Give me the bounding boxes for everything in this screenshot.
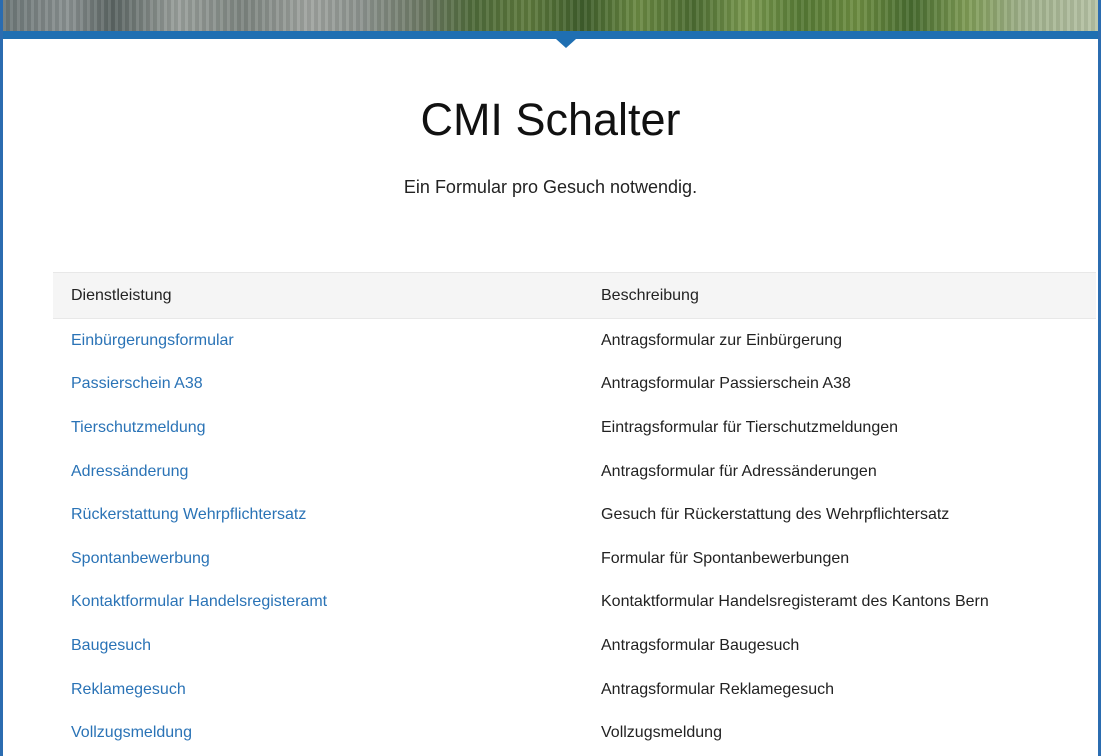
service-cell: Adressänderung <box>53 450 601 494</box>
service-link[interactable]: Spontanbewerbung <box>71 550 210 567</box>
page-title: CMI Schalter <box>420 94 681 145</box>
description-cell: Antragsformular für Adressänderungen <box>601 462 877 480</box>
description-cell: Kontaktformular Handelsregisteramt des K… <box>601 593 989 611</box>
table-row: Vollzugsmeldung Vollzugsmeldung <box>53 711 1096 755</box>
service-cell: Passierschein A38 <box>53 363 601 407</box>
service-link[interactable]: Kontaktformular Handelsregisteramt <box>71 593 327 610</box>
service-cell: Kontaktformular Handelsregisteramt <box>53 581 601 625</box>
description-cell: Gesuch für Rückerstattung des Wehrpflich… <box>601 506 950 524</box>
description-cell: Antragsformular Reklamegesuch <box>601 680 834 698</box>
column-header-service: Dienstleistung <box>53 272 601 319</box>
table-row: Spontanbewerbung Formular für Spontanbew… <box>53 537 1096 581</box>
service-link[interactable]: Tierschutzmeldung <box>71 419 206 436</box>
description-cell: Formular für Spontanbewerbungen <box>601 549 850 567</box>
hero-notch-icon <box>556 39 576 48</box>
table-row: Tierschutzmeldung Eintragsformular für T… <box>53 406 1096 450</box>
service-link[interactable]: Adressänderung <box>71 463 188 480</box>
service-cell: Reklamegesuch <box>53 668 601 712</box>
service-cell: Baugesuch <box>53 624 601 668</box>
services-table: Dienstleistung Beschreibung Einbürgerung… <box>53 272 1096 755</box>
column-header-description: Beschreibung <box>601 272 1096 319</box>
table-row: Kontaktformular Handelsregisteramt Konta… <box>53 581 1096 625</box>
service-cell: Spontanbewerbung <box>53 537 601 581</box>
service-link[interactable]: Einbürgerungsformular <box>71 332 234 349</box>
service-cell: Einbürgerungsformular <box>53 319 601 363</box>
page-subtitle: Ein Formular pro Gesuch notwendig. <box>403 177 698 197</box>
service-link[interactable]: Passierschein A38 <box>71 375 203 392</box>
service-link[interactable]: Baugesuch <box>71 637 151 654</box>
hero-accent-bar <box>3 31 1098 39</box>
table-row: Adressänderung Antragsformular für Adres… <box>53 450 1096 494</box>
page-frame: CMI Schalter Ein Formular pro Gesuch not… <box>0 0 1101 756</box>
description-cell: Antragsformular Passierschein A38 <box>601 375 851 393</box>
description-cell: Vollzugsmeldung <box>601 724 722 742</box>
description-cell: Antragsformular Baugesuch <box>601 636 800 654</box>
table-row: Reklamegesuch Antragsformular Reklameges… <box>53 668 1096 712</box>
description-cell: Antragsformular zur Einbürgerung <box>601 331 843 349</box>
service-cell: Vollzugsmeldung <box>53 711 601 755</box>
table-row: Rückerstattung Wehrpflichtersatz Gesuch … <box>53 493 1096 537</box>
service-link[interactable]: Reklamegesuch <box>71 681 186 698</box>
table-row: Baugesuch Antragsformular Baugesuch <box>53 624 1096 668</box>
description-cell: Eintragsformular für Tierschutzmeldungen <box>601 418 899 436</box>
service-link[interactable]: Rückerstattung Wehrpflichtersatz <box>71 506 306 523</box>
table-row: Passierschein A38 Antragsformular Passie… <box>53 363 1096 407</box>
hero-banner-image <box>3 0 1098 31</box>
table-row: Einbürgerungsformular Antragsformular zu… <box>53 319 1096 363</box>
service-link[interactable]: Vollzugsmeldung <box>71 724 192 741</box>
table-header-row: Dienstleistung Beschreibung <box>53 272 1096 319</box>
service-cell: Rückerstattung Wehrpflichtersatz <box>53 493 601 537</box>
service-cell: Tierschutzmeldung <box>53 406 601 450</box>
